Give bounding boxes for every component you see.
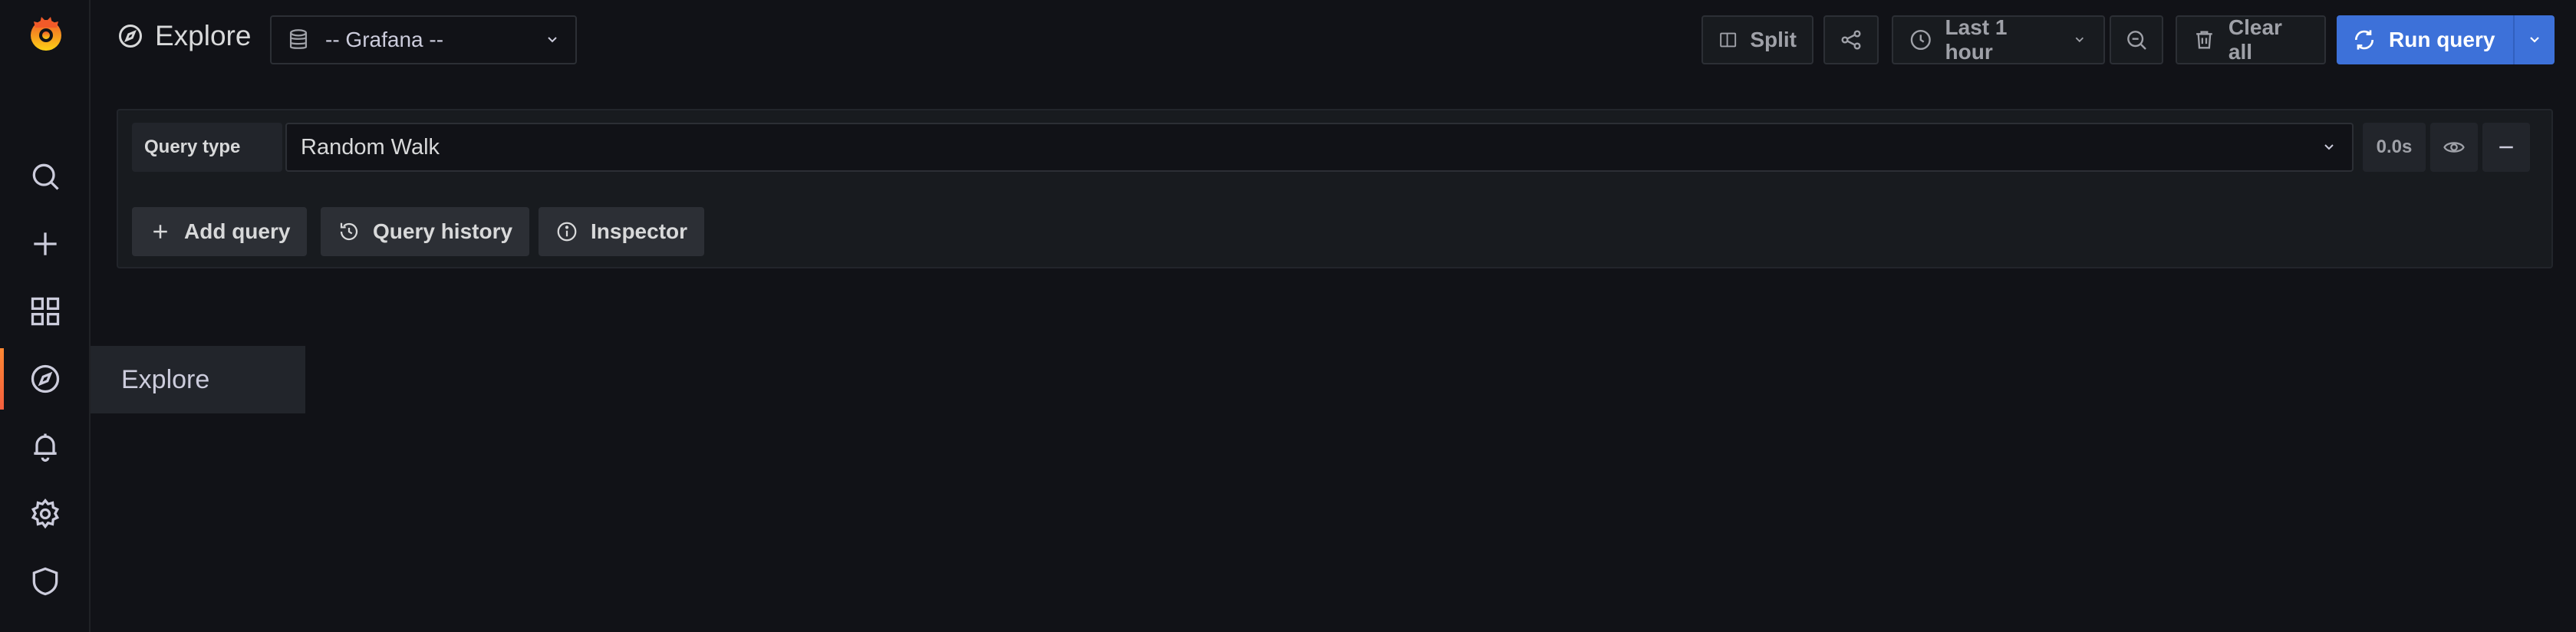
share-button[interactable]	[1823, 15, 1879, 64]
sidebar-item-create[interactable]	[0, 210, 91, 278]
query-editor-panel: Query type Random Walk 0.0s Add query Qu…	[117, 109, 2553, 268]
zoom-out-icon	[2127, 31, 2146, 50]
minus-icon	[2499, 146, 2513, 149]
sidebar-item-configuration[interactable]	[0, 480, 91, 548]
clear-all-button[interactable]: Clear all	[2176, 15, 2326, 64]
sidebar	[0, 0, 91, 632]
query-type-select[interactable]: Random Walk	[285, 123, 2354, 172]
remove-query-button[interactable]	[2482, 123, 2530, 172]
app-root: Explore Explore -- Grafana -- Split Last…	[0, 0, 2576, 632]
sidebar-item-admin[interactable]	[0, 548, 91, 615]
inspector-button[interactable]: Inspector	[539, 207, 705, 256]
page-title: Explore	[117, 20, 251, 52]
plus-icon	[153, 225, 167, 239]
sidebar-item-explore[interactable]	[0, 345, 91, 413]
gear-icon	[31, 498, 60, 529]
add-query-label: Add query	[184, 219, 291, 243]
apps-icon	[31, 297, 60, 326]
toggle-query-visibility-button[interactable]	[2430, 123, 2478, 172]
chevron-down-icon	[2075, 37, 2084, 43]
chevron-down-icon	[2530, 37, 2539, 43]
sidebar-item-alerting[interactable]	[0, 413, 91, 480]
info-icon	[557, 222, 577, 242]
run-query-button[interactable]: Run query	[2337, 15, 2555, 64]
datasource-name: -- Grafana --	[325, 28, 444, 51]
search-icon	[32, 163, 59, 190]
run-query-label: Run query	[2389, 28, 2495, 51]
bell-icon	[34, 433, 57, 462]
time-range-picker[interactable]: Last 1 hour	[1892, 15, 2105, 64]
chevron-down-icon	[548, 37, 557, 43]
split-button[interactable]: Split	[1701, 15, 1813, 64]
history-icon	[340, 222, 358, 241]
zoom-out-button[interactable]	[2110, 15, 2163, 64]
add-query-button[interactable]: Add query	[132, 207, 308, 256]
trash-icon	[2196, 31, 2212, 49]
run-query-options-button[interactable]	[2513, 15, 2555, 64]
time-range-label: Last 1 hour	[1945, 15, 2008, 64]
clear-all-label: Clear all	[2228, 15, 2282, 64]
clock-icon	[1910, 29, 1931, 51]
chevron-down-icon	[2324, 144, 2334, 150]
page-title-text: Explore	[155, 20, 252, 51]
sidebar-item-search[interactable]	[0, 143, 91, 210]
shield-icon	[32, 567, 58, 596]
compass-icon	[119, 25, 142, 48]
compass-icon	[31, 364, 60, 393]
query-duration: 0.0s	[2363, 123, 2426, 172]
sidebar-flyout-explore[interactable]: Explore	[91, 346, 305, 413]
share-icon	[1841, 30, 1861, 50]
inspector-label: Inspector	[591, 219, 688, 243]
query-history-label: Query history	[373, 219, 513, 243]
sidebar-item-dashboards[interactable]	[0, 278, 91, 345]
query-type-label: Query type	[132, 123, 282, 172]
eye-icon	[2443, 142, 2465, 153]
datasource-picker[interactable]: -- Grafana --	[270, 15, 577, 64]
columns-icon	[1720, 32, 1737, 48]
split-label: Split	[1750, 28, 1797, 51]
database-icon	[289, 29, 308, 49]
grafana-logo-icon[interactable]	[25, 12, 68, 55]
flyout-label: Explore	[121, 364, 210, 394]
query-history-button[interactable]: Query history	[321, 207, 530, 256]
run-query-main[interactable]: Run query	[2337, 15, 2513, 64]
plus-icon	[34, 232, 57, 255]
sync-icon	[2354, 30, 2374, 50]
query-type-value: Random Walk	[301, 134, 440, 160]
